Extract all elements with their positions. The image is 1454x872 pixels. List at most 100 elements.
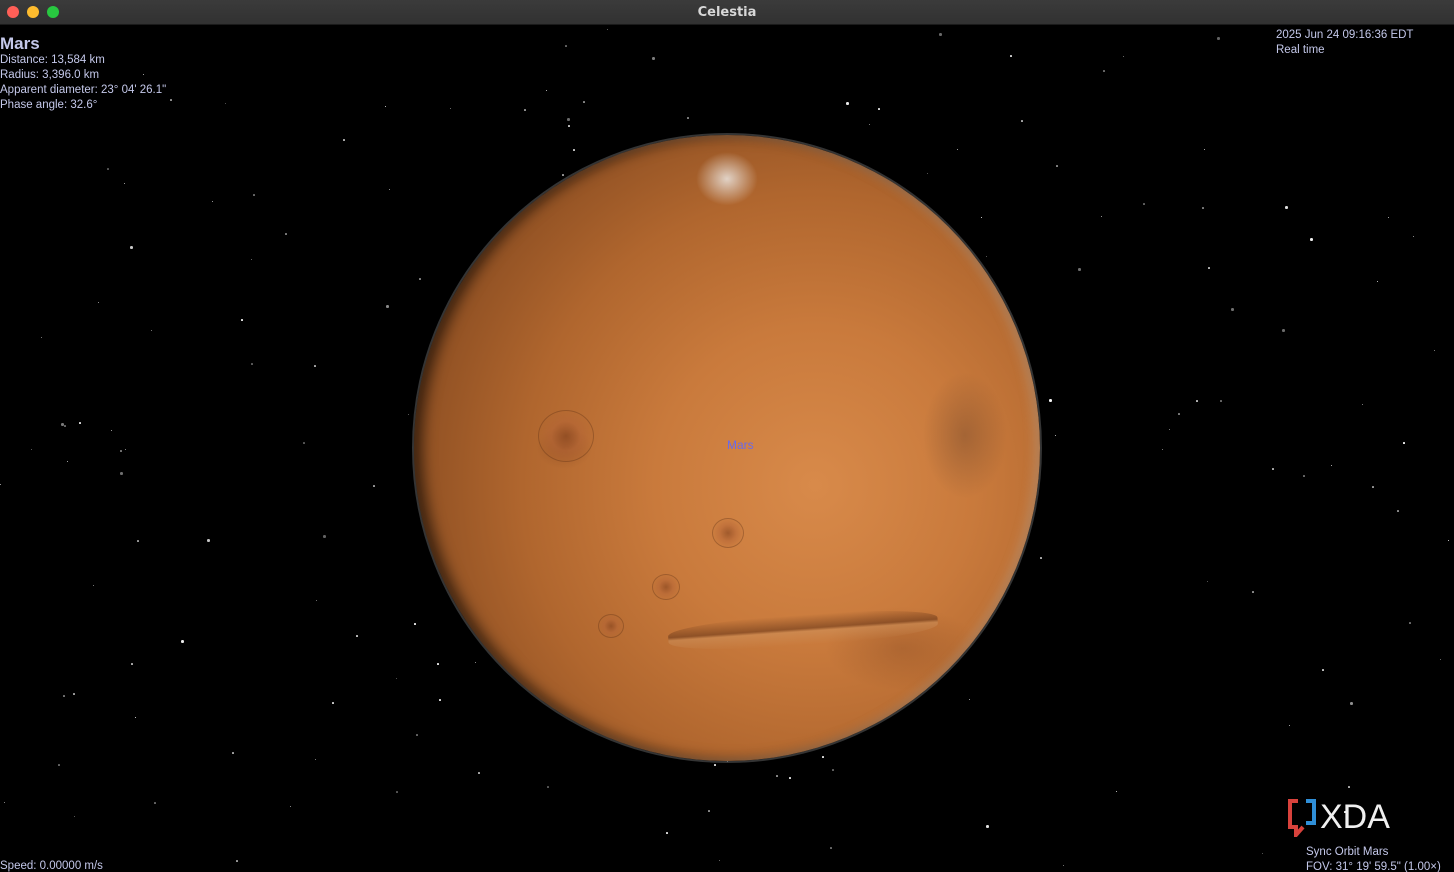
star: [1409, 622, 1411, 624]
star: [303, 442, 305, 444]
star: [1440, 659, 1441, 660]
star: [1162, 449, 1163, 450]
star: [437, 663, 439, 665]
star: [1208, 267, 1210, 269]
star: [4, 802, 5, 803]
xda-watermark-text: XDA: [1320, 798, 1390, 836]
selected-object-name: Mars: [0, 34, 40, 53]
star: [1207, 581, 1208, 582]
star: [1055, 435, 1056, 436]
star: [315, 759, 316, 760]
star: [154, 802, 156, 804]
star: [389, 189, 390, 190]
planet-label[interactable]: Mars: [727, 438, 754, 452]
star: [666, 832, 668, 834]
star: [170, 99, 172, 101]
star: [1202, 207, 1204, 209]
star: [1331, 465, 1332, 466]
star: [74, 816, 75, 817]
star: [846, 102, 849, 105]
star: [1448, 540, 1449, 541]
star: [1362, 404, 1363, 405]
star: [1101, 216, 1102, 217]
star: [58, 764, 60, 766]
space-view[interactable]: Mars Mars Distance: 13,584 km Radius: 3,…: [0, 25, 1454, 872]
star: [986, 825, 989, 828]
star: [373, 485, 375, 487]
star: [93, 585, 94, 586]
star: [568, 125, 570, 127]
star: [64, 425, 66, 427]
window-title: Celestia: [697, 5, 757, 20]
star: [1078, 268, 1081, 271]
star: [343, 139, 345, 141]
star: [832, 769, 834, 771]
star: [73, 693, 75, 695]
star: [253, 194, 255, 196]
speed-readout: Speed: 0.00000 m/s: [0, 860, 103, 872]
star: [1063, 865, 1064, 866]
star: [1143, 203, 1145, 205]
star: [251, 363, 253, 365]
star: [1282, 329, 1285, 332]
star: [120, 450, 122, 452]
star: [137, 540, 139, 542]
view-mode-readout: Sync Orbit Mars: [1306, 846, 1389, 858]
star: [1388, 217, 1389, 218]
star: [67, 461, 68, 462]
star: [61, 423, 64, 426]
star: [98, 302, 99, 303]
star: [714, 764, 716, 766]
fov-readout: FOV: 31° 19' 59.5" (1.00×): [1306, 861, 1441, 872]
volcano-crater: [712, 518, 744, 548]
star: [524, 109, 526, 111]
star: [1204, 149, 1205, 150]
star: [131, 663, 133, 665]
star: [1049, 399, 1052, 402]
star: [652, 57, 655, 60]
xda-watermark-logo: XDA: [1288, 798, 1390, 837]
star: [1010, 55, 1012, 57]
star: [385, 106, 386, 107]
star: [1377, 281, 1378, 282]
star: [1303, 475, 1305, 477]
star: [708, 810, 710, 812]
star: [130, 246, 133, 249]
star: [565, 45, 567, 47]
star: [583, 101, 585, 103]
star: [408, 414, 409, 415]
object-info-panel: Distance: 13,584 km Radius: 3,396.0 km A…: [0, 53, 166, 113]
star: [1322, 669, 1324, 671]
star: [567, 118, 570, 121]
star: [1231, 308, 1234, 311]
star: [1348, 786, 1350, 788]
star: [1262, 853, 1263, 854]
star: [207, 539, 210, 542]
star: [1220, 400, 1222, 402]
view-info-panel: Sync Orbit Mars FOV: 31° 19' 59.5" (1.00…: [1306, 845, 1441, 872]
star: [822, 756, 824, 758]
star: [1413, 236, 1414, 237]
star: [416, 734, 418, 736]
star: [225, 103, 226, 104]
star: [1103, 70, 1105, 72]
star: [356, 635, 358, 637]
star: [1056, 165, 1058, 167]
star: [1217, 37, 1220, 40]
star: [236, 860, 238, 862]
time-info-panel: 2025 Jun 24 09:16:36 EDT Real time: [1276, 28, 1413, 58]
star: [1123, 56, 1124, 57]
star: [1169, 429, 1170, 430]
volcano-crater: [652, 574, 680, 600]
star: [124, 183, 125, 184]
star: [120, 472, 123, 475]
star: [0, 484, 1, 485]
star: [63, 695, 65, 697]
star: [41, 337, 42, 338]
apparent-diameter-readout: Apparent diameter: 23° 04' 26.1": [0, 84, 167, 96]
star: [332, 702, 334, 704]
title-bar[interactable]: Celestia: [0, 0, 1454, 25]
star: [396, 791, 398, 793]
star: [1310, 238, 1313, 241]
volcano-crater: [598, 614, 624, 638]
